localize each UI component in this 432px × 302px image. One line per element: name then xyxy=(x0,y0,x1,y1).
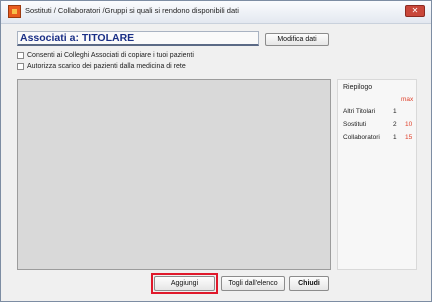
title-bar: Sostituti / Collaboratori /Gruppi si qua… xyxy=(1,1,431,24)
option-download-patients[interactable]: Autorizza scarico dei pazienti dalla med… xyxy=(17,62,267,72)
summary-row-label: Collaboratori xyxy=(343,134,380,141)
download-patients-checkbox[interactable] xyxy=(17,63,24,70)
copy-patients-label: Consenti ai Colleghi Associati di copiar… xyxy=(27,52,194,59)
copy-patients-checkbox[interactable] xyxy=(17,52,24,59)
window-title: Sostituti / Collaboratori /Gruppi si qua… xyxy=(25,6,239,15)
dialog-window: Sostituti / Collaboratori /Gruppi si qua… xyxy=(0,0,432,302)
app-icon xyxy=(8,5,21,18)
summary-row-max: 10 xyxy=(405,121,413,128)
add-button[interactable]: Aggiungi xyxy=(154,276,215,291)
summary-max-header: max xyxy=(401,96,414,103)
summary-row-sostituti: Sostituti 2 10 xyxy=(343,121,413,130)
summary-row-titolari: Altri Titolari 1 xyxy=(343,108,413,117)
summary-row-label: Sostituti xyxy=(343,121,367,128)
associati-title: Associati a: TITOLARE xyxy=(20,32,135,44)
associates-list[interactable] xyxy=(17,79,331,270)
summary-row-count: 1 xyxy=(393,134,397,141)
remove-from-list-button[interactable]: Togli dall'elenco xyxy=(221,276,285,291)
summary-row-count: 1 xyxy=(393,108,397,115)
summary-row-label: Altri Titolari xyxy=(343,108,376,115)
summary-row-collaboratori: Collaboratori 1 15 xyxy=(343,134,413,143)
modify-data-button[interactable]: Modifica dati xyxy=(265,33,329,46)
summary-row-count: 2 xyxy=(393,121,397,128)
option-copy-patients[interactable]: Consenti ai Colleghi Associati di copiar… xyxy=(17,51,267,61)
associati-header: Associati a: TITOLARE xyxy=(17,31,259,46)
close-window-button[interactable]: ✕ xyxy=(405,5,425,17)
summary-panel: Riepilogo max Altri Titolari 1 Sostituti… xyxy=(337,79,417,270)
close-button[interactable]: Chiudi xyxy=(289,276,329,291)
summary-row-max: 15 xyxy=(405,134,413,141)
summary-title: Riepilogo xyxy=(343,84,373,91)
download-patients-label: Autorizza scarico dei pazienti dalla med… xyxy=(27,63,186,70)
